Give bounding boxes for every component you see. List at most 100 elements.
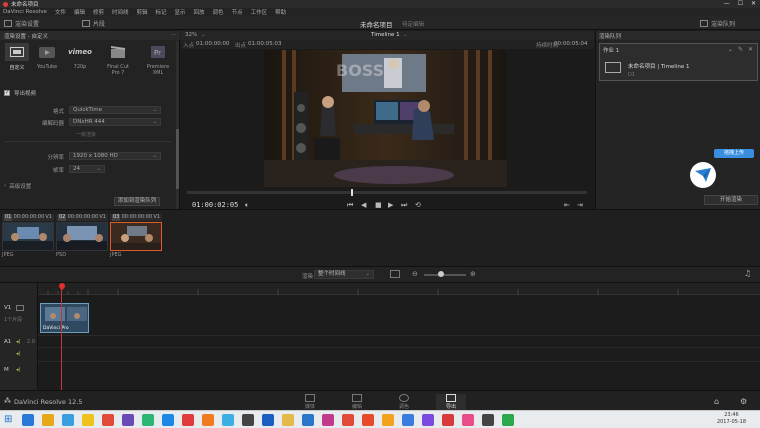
settings-scrollbar[interactable] — [176, 41, 179, 209]
add-to-render-queue-button[interactable]: 添加到渲染队列 — [114, 197, 160, 206]
clip-thumbnail-selected[interactable]: 03 00:00:00:00 V1 JPEG — [110, 214, 162, 258]
taskbar-app-icon[interactable] — [422, 414, 434, 426]
preset-custom[interactable]: 自定义 — [2, 43, 32, 71]
windows-start-icon[interactable]: ⊞ — [4, 414, 12, 425]
preset-youtube[interactable]: YouTube — [32, 43, 62, 70]
close-icon[interactable]: ✕ — [748, 46, 753, 53]
render-queue-toggle[interactable]: 渲染队列 — [700, 19, 735, 28]
dropdown-icon[interactable]: ⌄ — [728, 46, 733, 53]
export-video-checkbox[interactable]: ✓ — [4, 90, 10, 96]
home-icon[interactable]: ⌂ — [714, 397, 719, 406]
menu-item[interactable]: 调色 — [213, 8, 224, 16]
clip-thumbnail[interactable]: 01 00:00:00:00 V1 JPEG — [2, 214, 54, 258]
audio-speaker-icon[interactable]: ◂) — [16, 367, 20, 373]
taskbar-app-icon[interactable] — [482, 414, 494, 426]
render-job-card[interactable]: 作业 1 ⌄ ✎ ✕ 未命名项目 | Timeline 1 D1 — [599, 43, 758, 81]
zoom-slider[interactable] — [424, 274, 466, 276]
bird-overlay-icon[interactable] — [690, 162, 716, 188]
upload-overlay-button[interactable]: 拖拽上传 — [714, 149, 754, 158]
maximize-button[interactable]: ☐ — [738, 0, 743, 7]
taskbar-app-icon[interactable] — [102, 414, 114, 426]
taskbar-app-icon[interactable] — [202, 414, 214, 426]
chevron-down-icon[interactable]: ⌄ — [403, 32, 408, 38]
menu-item[interactable]: 帮助 — [275, 8, 286, 16]
taskbar-app-icon[interactable] — [222, 414, 234, 426]
page-tab-deliver[interactable]: 导出 — [436, 394, 466, 410]
page-tab-edit[interactable]: 编辑 — [342, 394, 372, 410]
menu-item[interactable]: 回放 — [194, 8, 205, 16]
audio-speaker-icon[interactable]: ◂) — [16, 339, 20, 345]
preset-vimeo[interactable]: vimeo 720p — [65, 43, 95, 70]
scrollbar-thumb[interactable] — [176, 129, 179, 189]
viewer-scrubber[interactable] — [187, 189, 587, 196]
reverse-play-icon[interactable]: ◀︎ — [361, 201, 366, 209]
format-select[interactable]: QuickTime ⌄ — [69, 106, 161, 114]
zoom-slider-handle[interactable] — [438, 271, 444, 277]
taskbar-app-icon[interactable] — [402, 414, 414, 426]
music-note-icon[interactable]: ♫ — [744, 269, 751, 278]
timeline-name[interactable]: Timeline 1 — [371, 32, 400, 38]
codec-select[interactable]: DNxHR 444 ⌄ — [69, 118, 161, 126]
taskbar-app-icon[interactable] — [82, 414, 94, 426]
loop-icon[interactable]: ⟲ — [415, 201, 421, 209]
close-button[interactable]: ✕ — [751, 0, 756, 7]
taskbar-app-icon[interactable] — [162, 414, 174, 426]
more-options-icon[interactable]: ··· — [171, 32, 176, 38]
export-video-row[interactable]: ✓ 导出视频 — [4, 89, 36, 97]
audio-speaker-icon[interactable]: ◂) — [16, 351, 20, 357]
track-toggle-icon[interactable] — [16, 305, 24, 311]
zoom-level[interactable]: 32% — [185, 32, 197, 38]
zoom-out-icon[interactable]: ⊖ — [412, 270, 418, 278]
taskbar-app-icon[interactable] — [362, 414, 374, 426]
taskbar-app-icon[interactable] — [282, 414, 294, 426]
taskbar-app-icon[interactable] — [342, 414, 354, 426]
stop-icon[interactable]: ■ — [375, 201, 382, 209]
minimize-button[interactable]: — — [724, 0, 730, 7]
menu-item[interactable]: 时间线 — [112, 8, 129, 16]
menu-item[interactable]: 剪辑 — [136, 8, 147, 16]
play-icon[interactable]: ▶︎ — [388, 201, 393, 209]
system-clock[interactable]: 23:46 2017-05-18 — [717, 412, 746, 426]
taskbar-app-icon[interactable] — [262, 414, 274, 426]
timeline-ruler[interactable] — [38, 283, 760, 295]
timeline-video-clip[interactable]: DaVinci Pro — [40, 303, 89, 333]
menu-item[interactable]: 修剪 — [93, 8, 104, 16]
advanced-settings-toggle[interactable]: › 高级设置 — [4, 182, 31, 190]
resolution-select[interactable]: 1920 x 1080 HD ⌄ — [69, 152, 161, 160]
menu-item[interactable]: 标记 — [156, 8, 167, 16]
taskbar-app-icon[interactable] — [302, 414, 314, 426]
menu-item[interactable]: 编辑 — [74, 8, 85, 16]
clips-toggle[interactable]: 片段 — [82, 19, 105, 28]
taskbar-app-icon[interactable] — [462, 414, 474, 426]
taskbar-app-icon[interactable] — [142, 414, 154, 426]
gear-icon[interactable]: ⚙︎ — [740, 397, 747, 406]
preset-premiere[interactable]: Pr Premiere XML — [143, 43, 173, 76]
render-settings-toggle[interactable]: 渲染设置 — [4, 19, 39, 28]
chevron-down-icon[interactable]: ⌄ — [201, 32, 206, 38]
timeline-view-icon[interactable] — [390, 270, 400, 278]
taskbar-app-icon[interactable] — [62, 414, 74, 426]
menu-item[interactable]: DaVinci Resolve — [3, 9, 47, 15]
taskbar-app-icon[interactable] — [182, 414, 194, 426]
mark-out-icon[interactable]: ⇥ — [577, 201, 583, 209]
taskbar-app-icon[interactable] — [442, 414, 454, 426]
start-render-button[interactable]: 开始渲染 — [704, 195, 758, 205]
mark-in-icon[interactable]: ⇤ — [564, 201, 570, 209]
menu-item[interactable]: 文件 — [55, 8, 66, 16]
clip-thumbnail[interactable]: 02 00:00:00:00 V1 PSD — [56, 214, 108, 258]
menu-item[interactable]: 节点 — [232, 8, 243, 16]
page-tab-color[interactable]: 调色 — [389, 394, 419, 410]
taskbar-app-icon[interactable] — [242, 414, 254, 426]
taskbar-app-icon[interactable] — [382, 414, 394, 426]
zoom-in-icon[interactable]: ⊕ — [470, 270, 476, 278]
taskbar-app-icon[interactable] — [42, 414, 54, 426]
preset-final-cut[interactable]: Final Cut Pro 7 — [103, 43, 133, 76]
taskbar-app-icon[interactable] — [322, 414, 334, 426]
taskbar-app-icon[interactable] — [22, 414, 34, 426]
scrub-playhead[interactable] — [351, 189, 353, 196]
render-range-select[interactable]: 整个时间线 ⌄ — [314, 270, 374, 279]
taskbar-app-icon[interactable] — [122, 414, 134, 426]
page-tab-media[interactable]: 媒体 — [295, 394, 325, 410]
taskbar-app-icon[interactable] — [502, 414, 514, 426]
framerate-select[interactable]: 24 ⌄ — [69, 165, 105, 173]
